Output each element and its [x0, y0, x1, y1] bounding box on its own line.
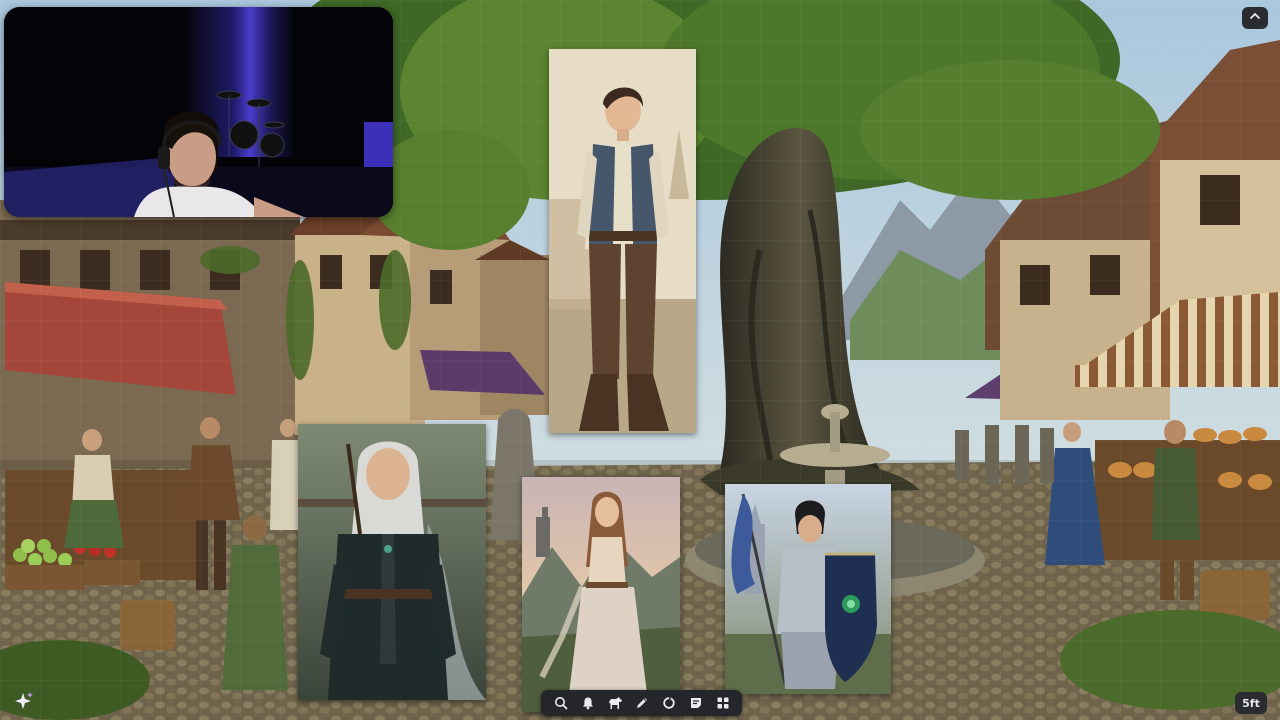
apps-tool-button[interactable] [711, 692, 735, 714]
note-icon [689, 696, 703, 710]
distance-unit-badge[interactable]: 5ft [1235, 692, 1267, 714]
notes-tool-button[interactable] [684, 692, 708, 714]
ai-assistant-button[interactable] [12, 691, 36, 715]
bottom-toolbar [541, 690, 742, 716]
draw-tool-button[interactable] [630, 692, 654, 714]
search-tool-button[interactable] [549, 692, 573, 714]
sync-tool-button[interactable] [657, 692, 681, 714]
armored-knight-portrait[interactable] [725, 484, 891, 694]
search-icon [554, 696, 568, 710]
horse-icon [607, 696, 623, 710]
elven-woman-portrait[interactable] [522, 477, 680, 712]
silver-haired-ranger-portrait[interactable] [298, 424, 486, 700]
chevron-up-icon [1249, 9, 1261, 27]
circle-refresh-icon [662, 696, 676, 710]
bell-icon [581, 696, 595, 710]
grid-apps-icon [716, 696, 730, 710]
virtual-tabletop-canvas[interactable]: 5ft [0, 0, 1280, 720]
distance-unit-label: 5ft [1242, 696, 1260, 710]
notifications-tool-button[interactable] [576, 692, 600, 714]
collapse-panel-button[interactable] [1242, 7, 1268, 29]
pencil-icon [635, 696, 649, 710]
sparkle-icon [13, 690, 35, 717]
webcam-feed [4, 7, 393, 217]
mount-tool-button[interactable] [603, 692, 627, 714]
peasant-boy-portrait[interactable] [549, 49, 696, 433]
